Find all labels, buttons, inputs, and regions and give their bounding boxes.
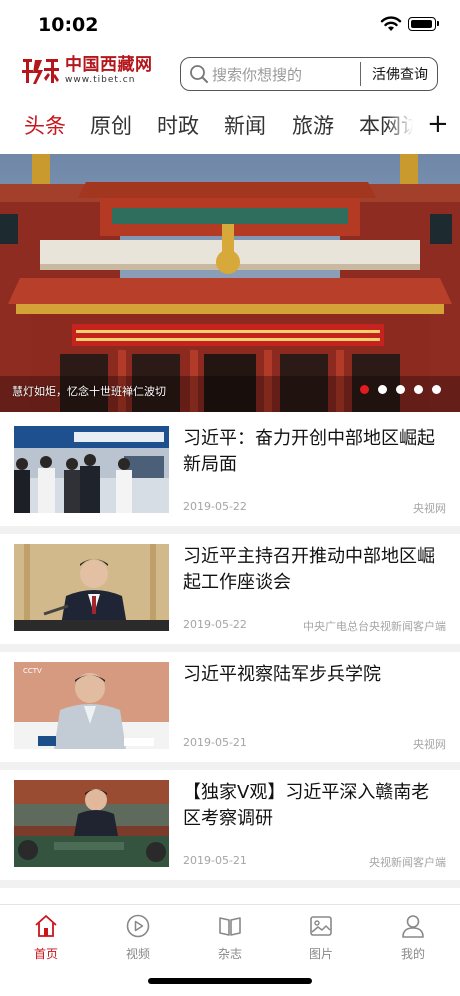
tab-bar-video[interactable]: 视频 xyxy=(108,913,168,962)
tab-politics[interactable]: 时政 xyxy=(157,110,199,140)
tabs-fade xyxy=(386,100,418,152)
carousel-dot[interactable] xyxy=(378,385,387,394)
news-date: 2019-05-22 xyxy=(183,618,247,631)
carousel-dot[interactable] xyxy=(396,385,405,394)
site-logo[interactable]: 中国西藏网 www.tibet.cn xyxy=(22,56,153,86)
living-buddha-query-button[interactable]: 活佛查询 xyxy=(372,64,428,84)
news-thumbnail xyxy=(14,544,169,631)
category-tabs: 头条 原创 时政 新闻 旅游 本网访 + xyxy=(0,100,460,152)
list-separator xyxy=(0,526,460,534)
news-item[interactable]: 习近平主持召开推动中部地区崛起工作座谈会 2019-05-22 中央广电总台央视… xyxy=(0,544,460,652)
home-icon xyxy=(35,915,57,937)
news-thumbnail xyxy=(14,426,169,513)
list-separator xyxy=(0,880,460,888)
logo-name: 中国西藏网 xyxy=(65,55,153,75)
search-input[interactable]: 搜索你想搜的 活佛查询 xyxy=(180,57,438,91)
search-placeholder: 搜索你想搜的 xyxy=(212,65,303,84)
banner-carousel[interactable]: 慧灯如炬，忆念十世班禅仁波切 xyxy=(0,154,460,412)
news-source: 央视新闻客户端 xyxy=(369,856,446,869)
news-date: 2019-05-21 xyxy=(183,736,247,749)
news-source: 中央广电总台央视新闻客户端 xyxy=(303,620,446,633)
wifi-icon xyxy=(380,16,402,31)
logo-url: www.tibet.cn xyxy=(65,75,136,85)
news-source: 央视网 xyxy=(413,502,446,515)
battery-icon xyxy=(408,17,439,31)
tab-travel[interactable]: 旅游 xyxy=(292,110,334,140)
tab-bar-magazine[interactable]: 杂志 xyxy=(200,913,260,962)
banner-caption: 慧灯如炬，忆念十世班禅仁波切 xyxy=(12,385,166,398)
user-icon xyxy=(402,915,424,938)
tab-bar-video-label: 视频 xyxy=(125,947,150,961)
news-thumbnail: CCTV xyxy=(14,662,169,749)
banner-image xyxy=(0,154,460,412)
logo-mark-icon xyxy=(22,59,59,84)
news-title: 【独家V观】习近平深入赣南老区考察调研 xyxy=(183,782,430,829)
status-time: 10:02 xyxy=(38,14,99,36)
tab-original[interactable]: 原创 xyxy=(90,110,132,140)
add-tab-button[interactable]: + xyxy=(427,110,449,138)
tab-bar-pictures[interactable]: 图片 xyxy=(291,913,351,962)
tab-bar-home[interactable]: 首页 xyxy=(16,913,76,962)
carousel-dot[interactable] xyxy=(360,385,369,394)
search-divider xyxy=(360,62,361,86)
header: 中国西藏网 www.tibet.cn 搜索你想搜的 活佛查询 xyxy=(0,50,460,98)
tab-headlines[interactable]: 头条 xyxy=(24,110,66,140)
news-item[interactable]: 【独家V观】习近平深入赣南老区考察调研 2019-05-21 央视新闻客户端 xyxy=(0,780,460,888)
carousel-dot[interactable] xyxy=(432,385,441,394)
book-icon xyxy=(219,917,241,936)
news-date: 2019-05-21 xyxy=(183,854,247,867)
news-title: 习近平主持召开推动中部地区崛起工作座谈会 xyxy=(183,546,435,593)
news-title: 习近平视察陆军步兵学院 xyxy=(183,664,381,685)
tab-news[interactable]: 新闻 xyxy=(224,110,266,140)
search-icon xyxy=(190,65,208,83)
carousel-dot[interactable] xyxy=(414,385,423,394)
news-title: 习近平：奋力开创中部地区崛起新局面 xyxy=(183,428,435,475)
svg-text:CCTV: CCTV xyxy=(23,667,42,675)
tab-bar-magazine-label: 杂志 xyxy=(217,947,242,961)
home-indicator xyxy=(148,978,312,984)
tab-bar-profile-label: 我的 xyxy=(400,947,425,961)
tab-bar-profile[interactable]: 我的 xyxy=(383,913,443,962)
news-source: 央视网 xyxy=(413,738,446,751)
news-date: 2019-05-22 xyxy=(183,500,247,513)
news-item[interactable]: 习近平：奋力开创中部地区崛起新局面 2019-05-22 央视网 xyxy=(0,426,460,534)
list-separator xyxy=(0,644,460,652)
tab-bar-home-label: 首页 xyxy=(33,947,58,961)
news-item[interactable]: CCTV 习近平视察陆军步兵学院 2019-05-21 央视网 xyxy=(0,662,460,770)
list-separator xyxy=(0,762,460,770)
news-thumbnail xyxy=(14,780,169,867)
status-bar: 10:02 xyxy=(0,0,460,50)
tab-bar-pictures-label: 图片 xyxy=(308,947,333,961)
picture-icon xyxy=(310,916,332,936)
play-icon xyxy=(126,914,150,938)
